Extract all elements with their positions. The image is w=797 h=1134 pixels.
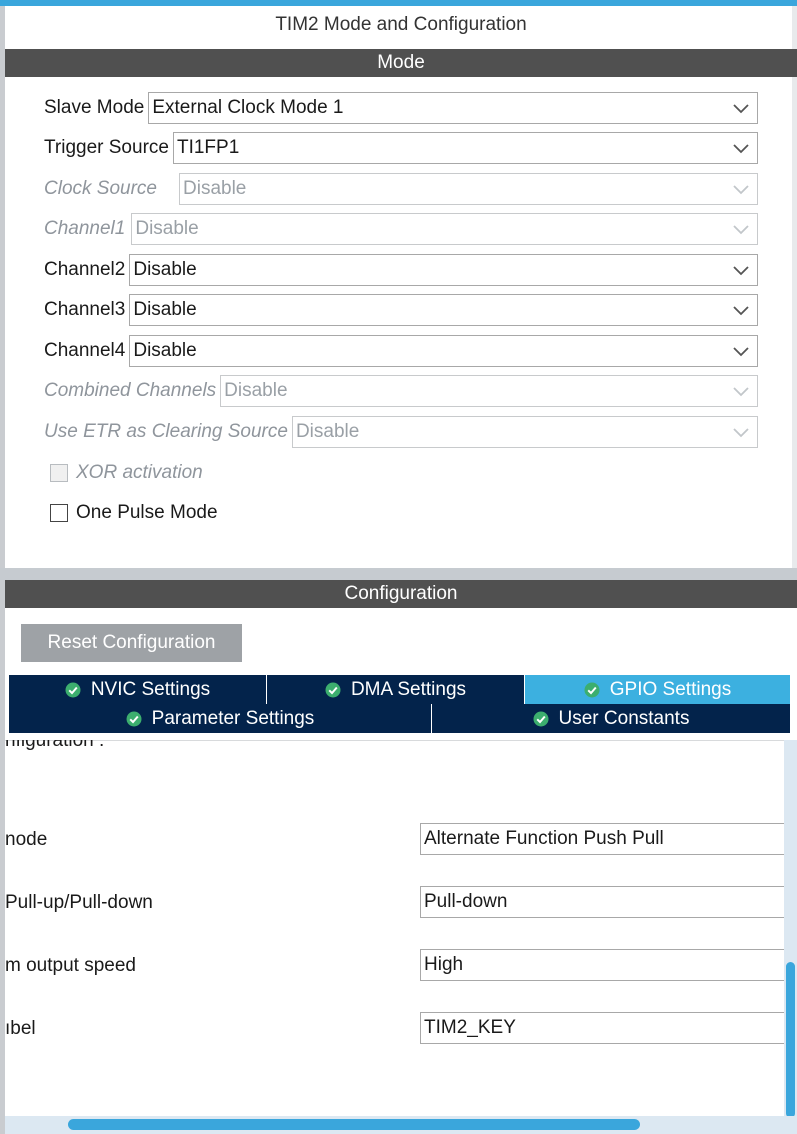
tab-label: Parameter Settings (151, 707, 315, 729)
gpio-pull-field[interactable]: Pull-down (420, 886, 784, 918)
channel4-label: Channel4 (44, 340, 126, 361)
trigger-source-row: Trigger Source TI1FP1 (44, 132, 758, 164)
one-pulse-mode-row[interactable]: One Pulse Mode (50, 501, 218, 525)
channel2-select[interactable]: Disable (129, 254, 758, 286)
tab-nvic-settings[interactable]: NVIC Settings (9, 675, 267, 704)
clock-source-select: Disable (179, 173, 758, 205)
channel4-select[interactable]: Disable (129, 335, 758, 367)
one-pulse-mode-checkbox[interactable] (50, 504, 68, 522)
etr-clearing-label: Use ETR as Clearing Source (44, 421, 288, 442)
tab-dma-settings[interactable]: DMA Settings (267, 675, 525, 704)
channel3-select[interactable]: Disable (129, 294, 758, 326)
chevron-down-icon (733, 384, 749, 398)
panel-splitter[interactable] (0, 568, 797, 580)
channel4-row: Channel4 Disable (44, 335, 758, 367)
one-pulse-mode-label: One Pulse Mode (76, 502, 218, 523)
channel1-label: Channel1 (44, 218, 126, 239)
slave-mode-select[interactable]: External Clock Mode 1 (148, 92, 758, 124)
gpio-config-heading: nfiguration : (5, 740, 105, 751)
check-circle-icon (533, 711, 549, 726)
slave-mode-label: Slave Mode (44, 97, 145, 118)
trigger-source-value: TI1FP1 (176, 137, 240, 158)
etr-clearing-value: Disable (295, 421, 360, 442)
right-panel-edge (792, 6, 797, 576)
channel3-label: Channel3 (44, 299, 126, 320)
mode-section-header: Mode (5, 49, 797, 77)
window-title: TIM2 Mode and Configuration (275, 14, 527, 35)
clock-source-value: Disable (183, 178, 247, 199)
clock-source-label: Clock Source (44, 178, 157, 199)
gpio-speed-field[interactable]: High (420, 949, 784, 981)
tab-label: User Constants (558, 707, 690, 729)
check-circle-icon (325, 682, 341, 697)
gpio-mode-label: node (5, 829, 48, 850)
combined-channels-value: Disable (224, 380, 288, 401)
channel1-row: Channel1 Disable (44, 213, 758, 245)
tab-parameter-settings[interactable]: Parameter Settings (9, 704, 432, 733)
etr-clearing-select: Disable (291, 416, 758, 448)
tab-label: GPIO Settings (609, 678, 732, 700)
tab-label: DMA Settings (350, 678, 467, 700)
trigger-source-label: Trigger Source (44, 137, 169, 158)
chevron-down-icon (733, 182, 749, 196)
combined-channels-row: Combined Channels Disable (44, 375, 758, 407)
clock-source-row: Clock Source Disable (44, 173, 758, 205)
gpio-user-label-label: ıbel (5, 1018, 36, 1039)
xor-activation-checkbox (50, 464, 68, 482)
reset-configuration-button[interactable]: Reset Configuration (21, 624, 242, 662)
configuration-section-header: Configuration (5, 580, 797, 608)
channel1-value: Disable (135, 218, 199, 239)
xor-activation-label: XOR activation (76, 462, 203, 483)
top-accent-bar (0, 0, 797, 6)
chevron-down-icon (733, 101, 749, 115)
check-circle-icon (65, 682, 81, 697)
check-circle-icon (584, 682, 600, 697)
channel1-select: Disable (131, 213, 758, 245)
combined-channels-select: Disable (220, 375, 758, 407)
channel4-value: Disable (133, 340, 197, 361)
channel3-row: Channel3 Disable (44, 294, 758, 326)
check-circle-icon (126, 711, 142, 726)
chevron-down-icon (733, 222, 749, 236)
slave-mode-value: External Clock Mode 1 (152, 97, 344, 118)
etr-clearing-row: Use ETR as Clearing Source Disable (44, 416, 758, 448)
chevron-down-icon (733, 141, 749, 155)
trigger-source-select[interactable]: TI1FP1 (172, 132, 758, 164)
channel3-value: Disable (133, 299, 197, 320)
panel-top-border (5, 740, 784, 741)
gpio-settings-panel: nfiguration : node Alternate Function Pu… (5, 740, 784, 1116)
slave-mode-row: Slave Mode External Clock Mode 1 (44, 92, 758, 124)
chevron-down-icon (733, 303, 749, 317)
chevron-down-icon (733, 344, 749, 358)
chevron-down-icon (733, 425, 749, 439)
channel2-row: Channel2 Disable (44, 254, 758, 286)
gpio-user-label-field[interactable]: TIM2_KEY (420, 1012, 784, 1044)
gpio-speed-label: m output speed (5, 955, 136, 976)
vertical-scroll-thumb[interactable] (786, 962, 795, 1118)
gpio-pull-label: Pull-up/Pull-down (5, 892, 153, 913)
xor-activation-row: XOR activation (50, 461, 203, 485)
tab-user-constants[interactable]: User Constants (432, 704, 791, 733)
tab-gpio-settings[interactable]: GPIO Settings (525, 675, 791, 704)
horizontal-scroll-thumb[interactable] (68, 1119, 640, 1130)
channel2-value: Disable (133, 259, 197, 280)
tab-label: NVIC Settings (90, 678, 211, 700)
chevron-down-icon (733, 263, 749, 277)
channel2-label: Channel2 (44, 259, 126, 280)
combined-channels-label: Combined Channels (44, 380, 217, 401)
gpio-mode-field[interactable]: Alternate Function Push Pull (420, 823, 784, 855)
